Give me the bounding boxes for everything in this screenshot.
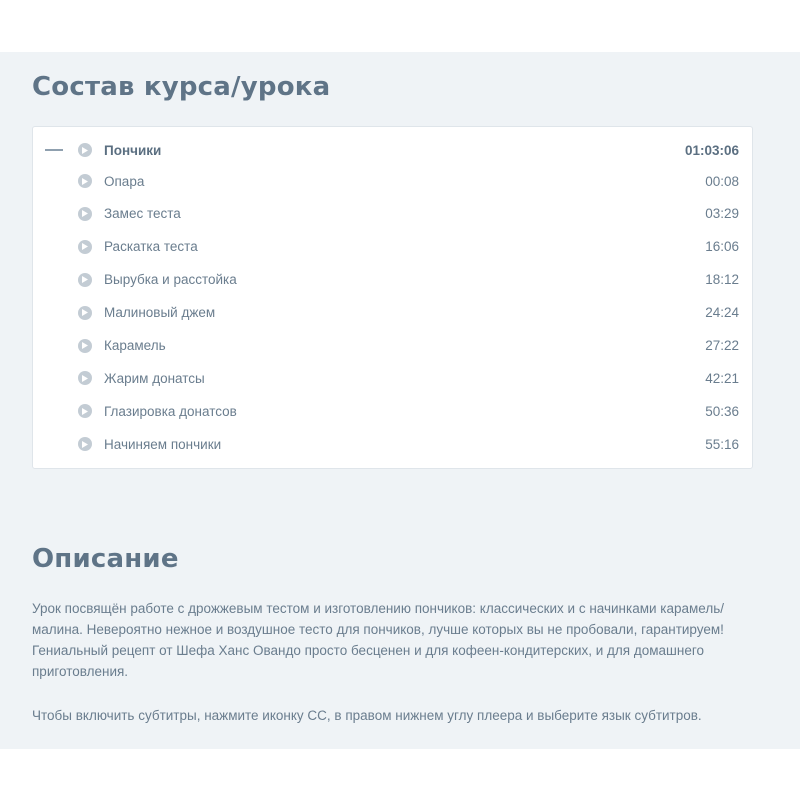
lesson-row[interactable]: Раскатка теста 16:06 xyxy=(33,235,752,259)
lesson-row[interactable]: Глазировка донатсов 50:36 xyxy=(33,399,752,423)
lesson-label: Вырубка и расстойка xyxy=(104,272,237,288)
lesson-label: Замес теста xyxy=(104,206,181,222)
play-circle-icon[interactable] xyxy=(78,371,92,386)
module-label: Пончики xyxy=(104,142,162,158)
lesson-row[interactable]: Карамель 27:22 xyxy=(33,334,752,358)
lesson-row[interactable]: Жарим донатсы 42:21 xyxy=(33,366,752,390)
lesson-time: 27:22 xyxy=(705,338,739,353)
lesson-time: 00:08 xyxy=(705,173,739,189)
lesson-time: 16:06 xyxy=(705,239,739,255)
play-circle-icon[interactable] xyxy=(78,437,92,452)
description-title: Описание xyxy=(32,544,179,574)
lesson-label: Глазировка донатсов xyxy=(104,403,237,419)
play-circle-icon[interactable] xyxy=(78,272,92,287)
play-circle-icon[interactable] xyxy=(78,239,92,254)
module-duration: 01:03:06 xyxy=(684,142,739,158)
lesson-row[interactable]: Вырубка и расстойка 18:12 xyxy=(33,268,752,292)
play-circle-icon[interactable] xyxy=(78,338,92,353)
lesson-label: Начиняем пончики xyxy=(104,436,222,452)
lesson-time: 18:12 xyxy=(705,272,739,288)
lesson-row[interactable]: Начиняем пончики 55:16 xyxy=(33,432,752,456)
module-row-ponchiki[interactable]: Пончики 01:03:06 xyxy=(33,138,752,162)
lesson-time: 03:29 xyxy=(705,206,739,222)
description-paragraph: Урок посвящён работе с дрожжевым тестом … xyxy=(32,601,725,679)
lesson-label: Малиновый джем xyxy=(104,305,216,321)
lesson-time: 42:21 xyxy=(705,370,739,386)
lesson-time: 50:36 xyxy=(705,403,739,419)
lesson-time: 55:16 xyxy=(705,436,739,452)
play-circle-icon[interactable] xyxy=(78,404,92,419)
lesson-time: 24:24 xyxy=(705,305,739,321)
play-circle-icon[interactable] xyxy=(78,174,92,188)
lesson-label: Карамель xyxy=(104,338,166,353)
lesson-label: Раскатка теста xyxy=(104,239,198,255)
minus-icon[interactable] xyxy=(45,149,63,151)
subtitles-hint: Чтобы включить субтитры, нажмите иконку … xyxy=(32,708,702,723)
play-circle-icon[interactable] xyxy=(78,206,92,221)
lesson-label: Жарим донатсы xyxy=(104,370,205,386)
lesson-row[interactable]: Опара 00:08 xyxy=(33,169,752,193)
play-circle-icon[interactable] xyxy=(78,143,92,157)
lesson-row[interactable]: Малиновый джем 24:24 xyxy=(33,301,752,325)
play-circle-icon[interactable] xyxy=(78,305,92,320)
lesson-label: Опара xyxy=(104,173,145,189)
course-contents: Пончики 01:03:06 Опара 00:08 Замес теста 03… xyxy=(32,126,753,469)
lesson-row[interactable]: Замес теста 03:29 xyxy=(33,202,752,226)
course-section-title: Состав курса/урока xyxy=(32,72,331,102)
